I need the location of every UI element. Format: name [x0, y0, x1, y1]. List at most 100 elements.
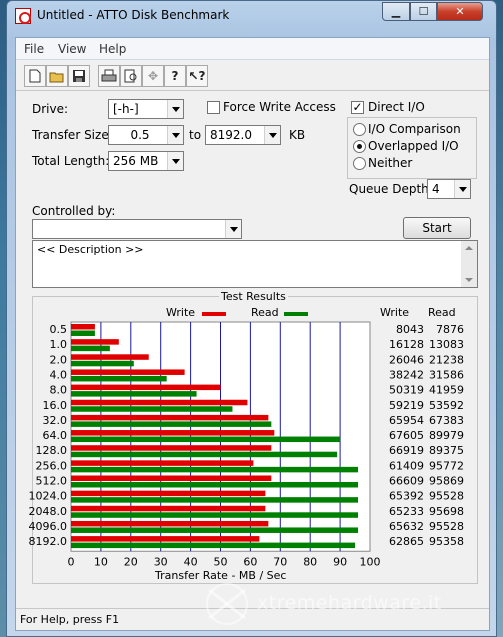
controlled-by-label: Controlled by:: [32, 204, 116, 218]
write-value-label: 61409: [389, 459, 424, 472]
watermark: xtremehardware.it: [205, 578, 495, 630]
write-value-label: 66609: [389, 475, 424, 488]
io-comparison-radio[interactable]: [353, 123, 366, 136]
read-value-label: 89375: [429, 444, 464, 457]
read-value-label: 13083: [429, 338, 464, 351]
x-tick-label: 10: [94, 555, 108, 568]
close-button[interactable]: ✕: [437, 2, 483, 21]
print-icon[interactable]: [98, 65, 120, 87]
print-preview-icon[interactable]: [120, 65, 142, 87]
x-tick-label: 50: [214, 555, 228, 568]
write-value-label: 59219: [389, 399, 424, 412]
write-value-label: 66919: [389, 444, 424, 457]
read-bar: [71, 375, 167, 382]
read-bar: [71, 451, 338, 458]
y-category-label: 1024.0: [29, 490, 68, 503]
y-category-label: 2.0: [50, 353, 68, 366]
read-bar: [71, 406, 233, 412]
open-icon[interactable]: [46, 65, 68, 87]
write-value-label: 50319: [389, 384, 424, 397]
chevron-down-icon[interactable]: [454, 180, 470, 198]
neither-radio[interactable]: [353, 157, 366, 170]
x-tick-label: 80: [303, 555, 317, 568]
minimize-button[interactable]: ▁: [382, 2, 410, 21]
direct-io-label: Direct I/O: [368, 100, 425, 114]
write-bar: [71, 339, 119, 345]
drive-label: Drive:: [32, 102, 69, 116]
y-category-label: 4.0: [50, 368, 68, 381]
context-help-icon[interactable]: ↖?: [186, 65, 208, 87]
read-bar: [71, 391, 197, 397]
write-bar: [71, 445, 272, 451]
overlapped-io-label: Overlapped I/O: [368, 139, 459, 153]
read-value-label: 7876: [436, 323, 464, 336]
x-tick-label: 90: [333, 555, 347, 568]
write-value-label: 65632: [389, 520, 424, 533]
write-value-label: 67605: [389, 429, 424, 442]
read-bar: [71, 421, 272, 427]
write-value-label: 26046: [389, 353, 424, 366]
menu-file[interactable]: File: [24, 42, 44, 56]
window-title: Untitled - ATTO Disk Benchmark: [37, 8, 230, 22]
force-write-label: Force Write Access: [223, 100, 336, 114]
description-text: << Description >>: [37, 243, 144, 256]
write-value-label: 65392: [389, 490, 424, 503]
x-tick-label: 40: [184, 555, 198, 568]
read-bar: [71, 330, 95, 336]
drive-select[interactable]: [-h-]: [108, 99, 184, 119]
queue-depth-select[interactable]: 4: [427, 179, 471, 199]
write-bar: [71, 324, 95, 330]
new-icon[interactable]: [24, 65, 46, 87]
app-icon[interactable]: [15, 8, 31, 24]
write-bar: [71, 490, 266, 497]
menu-view[interactable]: View: [58, 42, 86, 56]
menu-help[interactable]: Help: [99, 42, 126, 56]
write-bar: [71, 520, 269, 527]
save-icon[interactable]: [68, 65, 90, 87]
force-write-checkbox[interactable]: [207, 101, 220, 114]
neither-label: Neither: [368, 156, 413, 170]
chevron-down-icon[interactable]: [264, 126, 280, 144]
controlled-by-select[interactable]: [32, 219, 242, 239]
chevron-down-icon[interactable]: [167, 100, 183, 118]
app-window: Untitled - ATTO Disk Benchmark ▁ ☐ ✕ Fil…: [6, 0, 497, 637]
read-bar: [71, 512, 359, 518]
read-value-label: 41959: [429, 384, 464, 397]
read-value-label: 95528: [429, 490, 464, 503]
to-label: to: [189, 128, 202, 142]
x-tick-label: 70: [273, 555, 287, 568]
write-bar: [71, 369, 185, 375]
overlapped-io-radio[interactable]: [353, 140, 366, 153]
write-value-label: 65233: [389, 505, 424, 518]
read-bar: [71, 436, 341, 443]
chevron-down-icon[interactable]: [167, 152, 183, 170]
y-category-label: 8192.0: [29, 535, 68, 548]
y-category-label: 2048.0: [29, 505, 68, 518]
read-value-label: 89979: [429, 429, 464, 442]
direct-io-checkbox[interactable]: ✓: [351, 101, 364, 114]
transfer-from-select[interactable]: 0.5: [108, 125, 184, 145]
start-button[interactable]: Start: [403, 217, 471, 239]
maximize-button[interactable]: ☐: [410, 2, 437, 21]
kb-label: KB: [289, 128, 306, 142]
title-bar[interactable]: Untitled - ATTO Disk Benchmark ▁ ☐ ✕: [7, 1, 496, 31]
total-length-select[interactable]: 256 MB: [108, 151, 184, 171]
write-bar: [71, 399, 248, 406]
move-icon: ✥: [142, 65, 164, 87]
read-value-label: 95528: [429, 520, 464, 533]
read-bar: [71, 542, 356, 549]
write-bar: [71, 414, 269, 421]
help-icon[interactable]: ?: [164, 65, 186, 87]
transfer-to-select[interactable]: 8192.0: [205, 125, 281, 145]
chevron-down-icon[interactable]: [225, 220, 241, 238]
chevron-down-icon[interactable]: [167, 126, 183, 144]
y-category-label: 256.0: [36, 459, 68, 472]
x-tick-label: 20: [124, 555, 138, 568]
write-value-label: 65954: [389, 414, 424, 427]
read-value-label: 95358: [429, 535, 464, 548]
total-length-label: Total Length:: [32, 154, 110, 168]
write-value-label: 62865: [389, 535, 424, 548]
y-category-label: 1.0: [50, 338, 68, 351]
x-tick-label: 0: [68, 555, 75, 568]
transfer-size-label: Transfer Size:: [32, 128, 113, 142]
